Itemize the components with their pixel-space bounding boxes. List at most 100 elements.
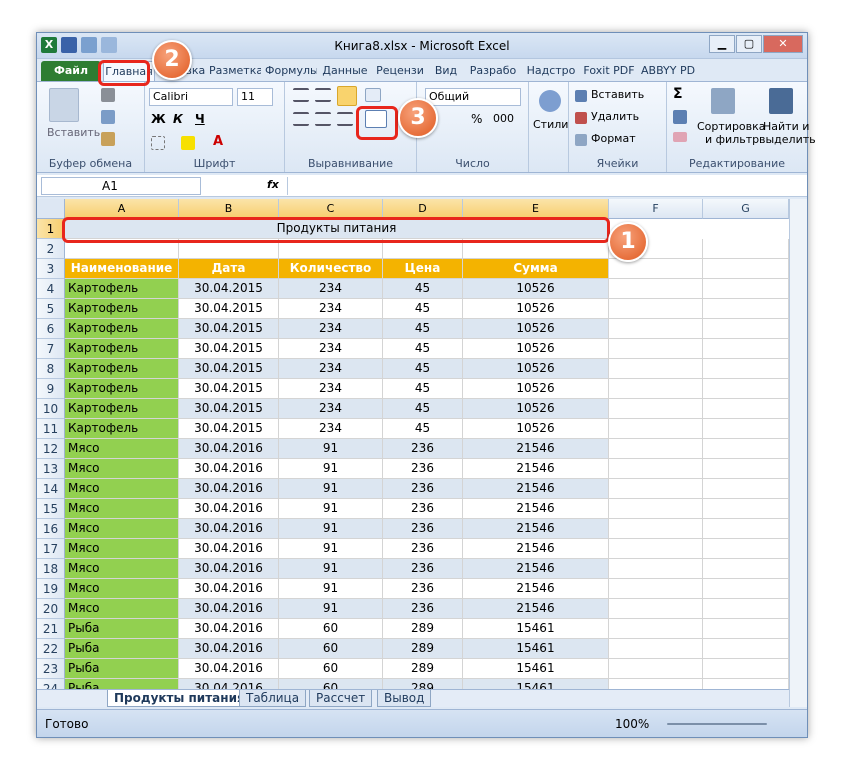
table-cell[interactable]: 236 (383, 459, 463, 479)
table-cell[interactable]: 15461 (463, 619, 609, 639)
table-cell[interactable]: 10526 (463, 379, 609, 399)
table-cell[interactable]: 91 (279, 479, 383, 499)
table-cell[interactable]: 91 (279, 599, 383, 619)
underline-button[interactable]: Ч (195, 112, 205, 126)
insert-cells-icon[interactable] (575, 90, 587, 102)
table-cell[interactable]: 30.04.2016 (179, 679, 279, 689)
table-cell[interactable]: 45 (383, 319, 463, 339)
empty-cell[interactable] (609, 539, 703, 559)
table-cell[interactable]: 10526 (463, 419, 609, 439)
table-cell[interactable]: 91 (279, 519, 383, 539)
empty-cell[interactable] (609, 459, 703, 479)
row-header-2[interactable]: 2 (37, 239, 65, 259)
empty-cell[interactable] (703, 279, 789, 299)
empty-cell[interactable] (703, 239, 789, 259)
table-header-cell[interactable]: Цена (383, 259, 463, 279)
tab-developer[interactable]: Разрабо (465, 61, 521, 81)
table-cell[interactable]: 21546 (463, 459, 609, 479)
empty-cell[interactable] (609, 319, 703, 339)
select-all-corner[interactable] (37, 199, 65, 219)
row-header-23[interactable]: 23 (37, 659, 65, 679)
sort-filter-label1[interactable]: Сортировка (697, 120, 766, 133)
tab-foxit[interactable]: Foxit PDF (581, 61, 637, 81)
table-cell[interactable]: Картофель (65, 299, 179, 319)
table-cell[interactable]: Картофель (65, 419, 179, 439)
sheet-tab-table[interactable]: Таблица (239, 690, 307, 707)
table-cell[interactable]: 10526 (463, 399, 609, 419)
align-middle-icon[interactable] (315, 88, 331, 102)
column-header-c[interactable]: C (279, 199, 383, 219)
wrap-text-icon[interactable] (365, 88, 381, 102)
align-center-icon[interactable] (315, 112, 331, 126)
empty-cell[interactable] (703, 299, 789, 319)
empty-cell[interactable] (703, 459, 789, 479)
align-bottom-icon[interactable] (337, 86, 357, 106)
row-header-14[interactable]: 14 (37, 479, 65, 499)
table-cell[interactable]: 10526 (463, 359, 609, 379)
table-cell[interactable]: 15461 (463, 679, 609, 689)
column-header-d[interactable]: D (383, 199, 463, 219)
table-cell[interactable]: 30.04.2016 (179, 659, 279, 679)
table-cell[interactable]: 21546 (463, 499, 609, 519)
table-cell[interactable]: 236 (383, 539, 463, 559)
table-cell[interactable]: 234 (279, 359, 383, 379)
row-header-24[interactable]: 24 (37, 679, 65, 689)
column-header-a[interactable]: A (65, 199, 179, 219)
empty-cell[interactable] (703, 379, 789, 399)
thousands-button[interactable]: 000 (493, 112, 514, 125)
empty-cell[interactable] (609, 259, 703, 279)
formula-input[interactable] (287, 177, 787, 195)
row-header-15[interactable]: 15 (37, 499, 65, 519)
table-cell[interactable]: 236 (383, 599, 463, 619)
table-cell[interactable]: 30.04.2015 (179, 379, 279, 399)
tab-file[interactable]: Файл (41, 61, 101, 81)
empty-cell[interactable] (703, 559, 789, 579)
table-cell[interactable]: Картофель (65, 399, 179, 419)
empty-cell[interactable] (609, 439, 703, 459)
table-cell[interactable]: 60 (279, 659, 383, 679)
empty-cell[interactable] (703, 679, 789, 689)
table-cell[interactable]: 21546 (463, 559, 609, 579)
table-cell[interactable]: Рыба (65, 679, 179, 689)
empty-cell[interactable] (609, 359, 703, 379)
empty-cell[interactable] (609, 659, 703, 679)
styles-icon[interactable] (539, 90, 561, 112)
insert-function-button[interactable]: fx (267, 178, 279, 191)
empty-cell[interactable] (703, 439, 789, 459)
tab-review[interactable]: Рецензи (373, 61, 427, 81)
table-cell[interactable]: Мясо (65, 579, 179, 599)
table-cell[interactable]: 30.04.2016 (179, 459, 279, 479)
table-cell[interactable]: 234 (279, 279, 383, 299)
empty-cell[interactable] (609, 679, 703, 689)
fill-icon[interactable] (673, 110, 687, 124)
borders-icon[interactable] (151, 136, 165, 150)
table-cell[interactable]: Картофель (65, 319, 179, 339)
bold-button[interactable]: Ж (151, 112, 166, 126)
table-cell[interactable]: 45 (383, 279, 463, 299)
empty-cell[interactable] (609, 639, 703, 659)
table-cell[interactable]: 289 (383, 639, 463, 659)
table-cell[interactable]: 30.04.2016 (179, 539, 279, 559)
table-cell[interactable]: Мясо (65, 519, 179, 539)
align-right-icon[interactable] (337, 112, 353, 126)
table-cell[interactable]: 30.04.2016 (179, 479, 279, 499)
table-cell[interactable]: 91 (279, 579, 383, 599)
row-header-4[interactable]: 4 (37, 279, 65, 299)
table-cell[interactable]: 234 (279, 299, 383, 319)
column-header-f[interactable]: F (609, 199, 703, 219)
empty-cell[interactable] (703, 399, 789, 419)
table-cell[interactable]: Картофель (65, 359, 179, 379)
align-top-icon[interactable] (293, 88, 309, 102)
format-painter-icon[interactable] (101, 132, 115, 146)
row-header-16[interactable]: 16 (37, 519, 65, 539)
table-cell[interactable]: 234 (279, 419, 383, 439)
table-cell[interactable]: 289 (383, 679, 463, 689)
number-format-select[interactable]: Общий (425, 88, 521, 106)
table-cell[interactable]: Мясо (65, 599, 179, 619)
table-cell[interactable]: Мясо (65, 499, 179, 519)
row-header-21[interactable]: 21 (37, 619, 65, 639)
empty-cell[interactable] (609, 399, 703, 419)
percent-button[interactable]: % (471, 112, 482, 126)
table-cell[interactable]: 30.04.2015 (179, 299, 279, 319)
table-cell[interactable]: 234 (279, 319, 383, 339)
